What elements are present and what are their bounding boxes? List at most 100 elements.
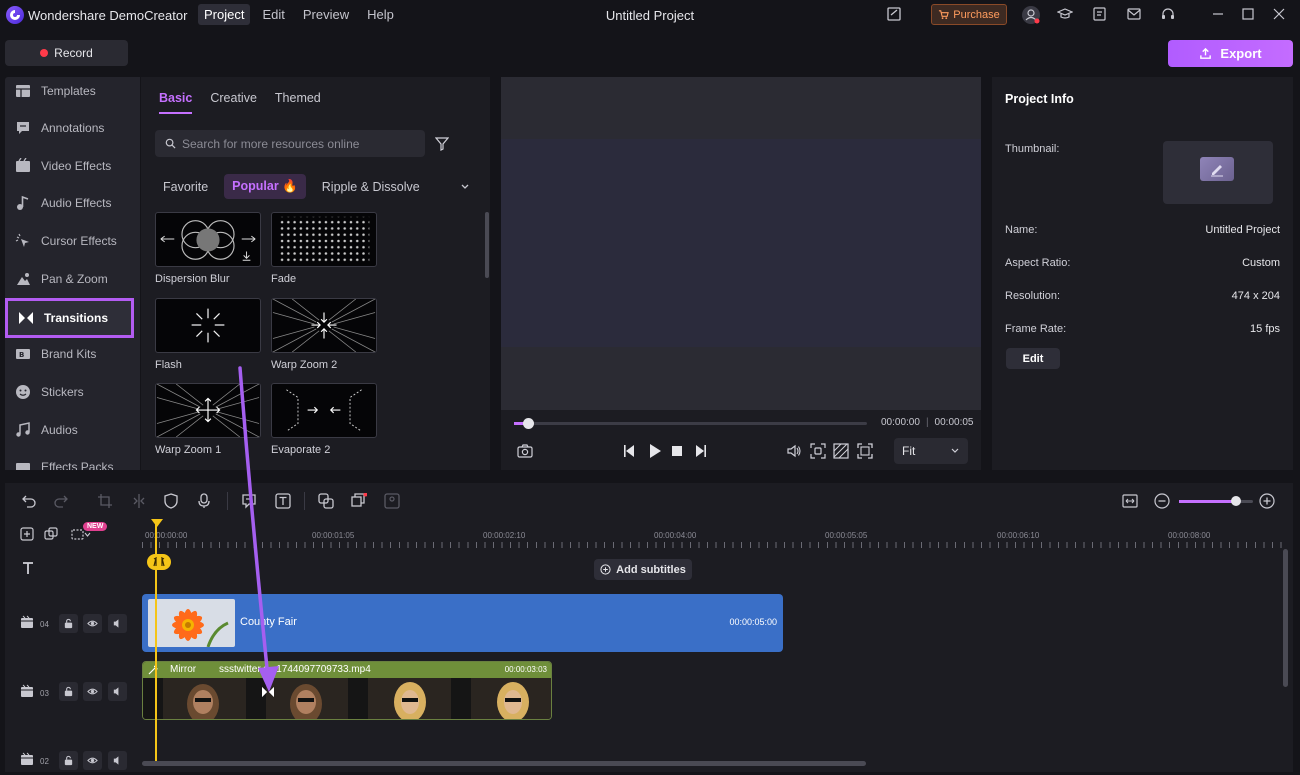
mail-icon[interactable] (1126, 6, 1142, 22)
sidebar-item-annotations[interactable]: Annotations (5, 110, 140, 146)
category-favorite[interactable]: Favorite (155, 175, 216, 199)
play-icon[interactable] (647, 443, 663, 459)
progress-handle[interactable] (523, 418, 534, 429)
sidebar-item-video-effects[interactable]: Video Effects (5, 148, 140, 184)
menu-help[interactable]: Help (361, 4, 400, 25)
transition-thumb-fade[interactable] (271, 212, 377, 267)
chevron-down-icon[interactable] (459, 181, 471, 193)
timeline-clip-video[interactable]: Mirror ssstwitter.c...1744097709733.mp4 … (142, 661, 552, 720)
tab-creative[interactable]: Creative (210, 91, 257, 114)
menu-preview[interactable]: Preview (297, 4, 355, 25)
multi-clip-icon[interactable] (351, 493, 367, 509)
playback-progress[interactable] (514, 422, 867, 425)
mute-track-button[interactable] (108, 751, 127, 770)
redo-icon[interactable] (53, 493, 69, 509)
search-input[interactable]: Search for more resources online (155, 130, 425, 157)
timeline-ruler[interactable]: 00:00:00:00 00:00:01:05 00:00:02:10 00:0… (142, 520, 1293, 550)
resource-scrollbar[interactable] (485, 212, 489, 278)
zoom-in-icon[interactable] (1259, 493, 1275, 509)
microphone-icon[interactable] (196, 493, 212, 509)
templates-icon (16, 85, 30, 97)
video-frame (245, 678, 348, 719)
tasks-icon[interactable] (1092, 6, 1108, 22)
transition-thumb-evaporate-2[interactable] (271, 383, 377, 438)
transition-thumb-warp-zoom-2[interactable] (271, 298, 377, 353)
timeline-horizontal-scrollbar[interactable] (142, 761, 866, 766)
zoom-slider-handle[interactable] (1231, 496, 1241, 506)
safe-zone-icon[interactable] (833, 443, 849, 459)
track-number: 04 (40, 620, 49, 629)
minimize-icon[interactable] (1210, 6, 1226, 22)
crop-frame-icon[interactable] (810, 443, 826, 459)
timeline-clip-county-fair[interactable]: County Fair 00:00:05:00 (142, 594, 783, 652)
clip-effect-label: Mirror (170, 664, 197, 675)
speech-caption-icon[interactable] (241, 493, 257, 509)
playhead-top-marker[interactable] (151, 519, 163, 527)
fit-timeline-icon[interactable] (1122, 493, 1138, 509)
mute-track-button[interactable] (108, 614, 127, 633)
support-headset-icon[interactable] (1160, 6, 1176, 22)
group-clips-icon[interactable] (318, 493, 334, 509)
sidebar-item-stickers[interactable]: Stickers (5, 374, 140, 410)
close-icon[interactable] (1271, 6, 1287, 22)
split-icon[interactable] (131, 493, 147, 509)
export-label: Export (1220, 46, 1262, 61)
category-ripple-dissolve[interactable]: Ripple & Dissolve (314, 175, 428, 199)
edit-project-button[interactable]: Edit (1006, 348, 1060, 369)
text-tool-icon[interactable] (275, 493, 291, 509)
learning-cap-icon[interactable] (1057, 6, 1073, 22)
purchase-button[interactable]: Purchase (931, 4, 1007, 25)
account-avatar-icon[interactable] (1021, 5, 1041, 25)
transition-marker-icon[interactable] (261, 686, 275, 698)
sidebar-item-pan-zoom[interactable]: Pan & Zoom (5, 261, 140, 297)
transition-thumb-flash[interactable] (155, 298, 261, 353)
lock-track-button[interactable] (59, 751, 78, 770)
visibility-track-button[interactable] (83, 682, 102, 701)
timeline-zoom-slider[interactable] (1179, 500, 1253, 503)
record-button[interactable]: Record (5, 40, 128, 66)
export-button[interactable]: Export (1168, 40, 1293, 67)
brand-kits-icon: B (16, 349, 30, 359)
sidebar-item-cursor-effects[interactable]: Cursor Effects (5, 223, 140, 259)
volume-icon[interactable] (786, 443, 802, 459)
menu-edit[interactable]: Edit (256, 4, 290, 25)
fullscreen-icon[interactable] (857, 443, 873, 459)
tab-basic[interactable]: Basic (159, 91, 193, 114)
mute-track-button[interactable] (108, 682, 127, 701)
sidebar-item-audio-effects[interactable]: Audio Effects (5, 185, 140, 221)
menu-project[interactable]: Project (198, 4, 251, 25)
filter-icon[interactable] (435, 137, 449, 151)
zoom-out-icon[interactable] (1154, 493, 1170, 509)
next-frame-icon[interactable] (692, 443, 708, 459)
maximize-icon[interactable] (1240, 6, 1256, 22)
sidebar-item-audios[interactable]: Audios (5, 412, 140, 448)
visibility-track-button[interactable] (83, 751, 102, 770)
ai-portrait-icon[interactable] (384, 493, 400, 509)
snapshot-camera-icon[interactable] (517, 443, 533, 459)
total-time: 00:00:05 (934, 417, 974, 428)
add-track-icon[interactable] (20, 527, 34, 541)
transition-thumb-dispersion-blur[interactable] (155, 212, 261, 267)
timeline-vertical-scrollbar[interactable] (1283, 549, 1288, 687)
previous-frame-icon[interactable] (622, 443, 638, 459)
transition-thumb-warp-zoom-1[interactable] (155, 383, 261, 438)
lock-track-button[interactable] (59, 682, 78, 701)
visibility-track-button[interactable] (83, 614, 102, 633)
track-manager-icon[interactable] (44, 527, 58, 541)
preview-canvas (501, 77, 981, 410)
sidebar-item-templates[interactable]: Templates (5, 77, 140, 109)
tab-themed[interactable]: Themed (275, 91, 321, 114)
add-subtitles-button[interactable]: Add subtitles (594, 559, 692, 580)
category-popular[interactable]: Popular 🔥 (224, 174, 306, 199)
undo-icon[interactable] (21, 493, 37, 509)
mark-shield-icon[interactable] (163, 493, 179, 509)
lock-track-button[interactable] (59, 614, 78, 633)
playhead-handle[interactable] (147, 554, 171, 570)
stop-icon[interactable] (669, 443, 685, 459)
sidebar-item-transitions[interactable]: Transitions (5, 298, 134, 338)
feedback-icon[interactable] (886, 6, 902, 22)
crop-icon[interactable] (97, 493, 113, 509)
sidebar-item-effects-packs[interactable]: Effects Packs (5, 449, 140, 470)
sidebar-item-brand-kits[interactable]: B Brand Kits (5, 336, 140, 372)
zoom-fit-select[interactable]: Fit (894, 438, 968, 464)
